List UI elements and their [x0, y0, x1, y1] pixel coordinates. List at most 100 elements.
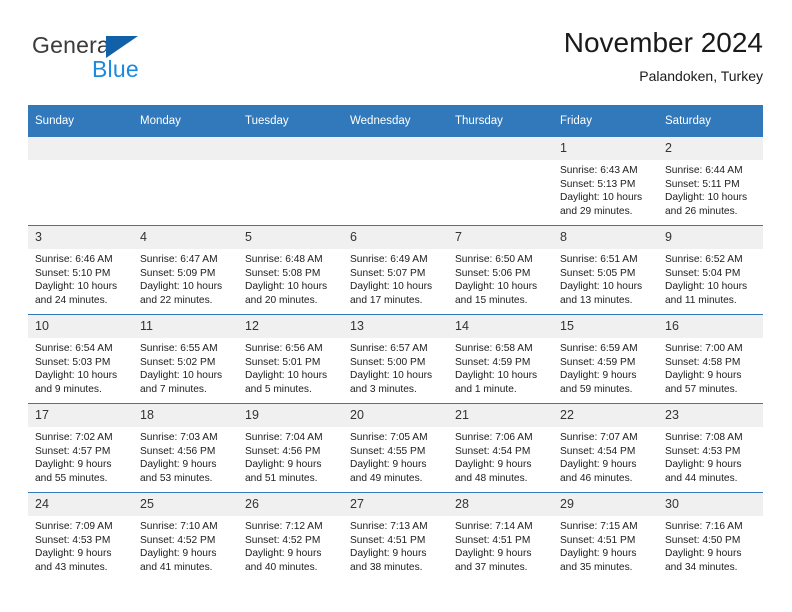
day-details: Sunrise: 7:03 AM Sunset: 4:56 PM Daylight:… — [133, 427, 238, 485]
sunrise-text: Sunrise: 6:46 AM — [35, 254, 113, 265]
calendar-day-cell[interactable]: 22 Sunrise: 7:07 AM Sunset: 4:54 PM Dayligh… — [553, 403, 658, 493]
general-blue-logo[interactable]: General Blue — [32, 32, 212, 88]
sunrise-text: Sunrise: 7:08 AM — [665, 432, 743, 443]
day-details: Sunrise: 6:55 AM Sunset: 5:02 PM Daylight:… — [133, 338, 238, 396]
sunset-text: Sunset: 4:58 PM — [665, 356, 741, 368]
calendar-day-cell-empty — [343, 137, 448, 226]
sunrise-text: Sunrise: 7:16 AM — [665, 521, 743, 532]
sunset-text: Sunset: 5:09 PM — [140, 267, 216, 279]
calendar-day-cell[interactable]: 23 Sunrise: 7:08 AM Sunset: 4:53 PM Dayligh… — [658, 403, 763, 493]
calendar-day-cell[interactable]: 10 Sunrise: 6:54 AM Sunset: 5:03 PM Dayligh… — [28, 314, 133, 404]
weekday-header-tuesday: Tuesday — [238, 105, 343, 137]
calendar-day-cell[interactable]: 1 Sunrise: 6:43 AM Sunset: 5:13 PM Daylight… — [553, 137, 658, 226]
day-number: 18 — [133, 404, 238, 427]
day-details: Sunrise: 6:58 AM Sunset: 4:59 PM Daylight:… — [448, 338, 553, 396]
day-details: Sunrise: 6:47 AM Sunset: 5:09 PM Daylight:… — [133, 249, 238, 307]
calendar-day-cell[interactable]: 27 Sunrise: 7:13 AM Sunset: 4:51 PM Dayligh… — [343, 492, 448, 581]
day-details: Sunrise: 7:14 AM Sunset: 4:51 PM Daylight:… — [448, 516, 553, 574]
day-number — [343, 137, 448, 160]
sunrise-text: Sunrise: 6:51 AM — [560, 254, 638, 265]
day-details: Sunrise: 7:08 AM Sunset: 4:53 PM Daylight:… — [658, 427, 763, 485]
calendar-day-cell[interactable]: 18 Sunrise: 7:03 AM Sunset: 4:56 PM Dayligh… — [133, 403, 238, 493]
calendar-day-cell[interactable]: 2 Sunrise: 6:44 AM Sunset: 5:11 PM Daylight… — [658, 137, 763, 226]
day-number: 15 — [553, 315, 658, 338]
sunset-text: Sunset: 5:10 PM — [35, 267, 111, 279]
calendar-day-cell[interactable]: 13 Sunrise: 6:57 AM Sunset: 5:00 PM Dayligh… — [343, 314, 448, 404]
sunset-text: Sunset: 4:59 PM — [560, 356, 636, 368]
weekday-header-monday: Monday — [133, 105, 238, 137]
daylight-text: Daylight: 9 hours and 51 minutes. — [245, 459, 322, 484]
daylight-text: Daylight: 9 hours and 44 minutes. — [665, 459, 742, 484]
calendar-day-cell[interactable]: 19 Sunrise: 7:04 AM Sunset: 4:56 PM Dayligh… — [238, 403, 343, 493]
day-number: 27 — [343, 493, 448, 516]
sunset-text: Sunset: 4:55 PM — [350, 445, 426, 457]
day-number — [448, 137, 553, 160]
calendar-day-cell[interactable]: 8 Sunrise: 6:51 AM Sunset: 5:05 PM Daylight… — [553, 225, 658, 315]
daylight-text: Daylight: 10 hours and 17 minutes. — [350, 281, 433, 306]
sunrise-text: Sunrise: 6:44 AM — [665, 165, 743, 176]
calendar-day-cell[interactable]: 6 Sunrise: 6:49 AM Sunset: 5:07 PM Daylight… — [343, 225, 448, 315]
calendar-day-cell[interactable]: 17 Sunrise: 7:02 AM Sunset: 4:57 PM Dayligh… — [28, 403, 133, 493]
daylight-text: Daylight: 10 hours and 7 minutes. — [140, 370, 223, 395]
sunset-text: Sunset: 4:57 PM — [35, 445, 111, 457]
calendar-day-cell[interactable]: 21 Sunrise: 7:06 AM Sunset: 4:54 PM Dayligh… — [448, 403, 553, 493]
day-details: Sunrise: 6:54 AM Sunset: 5:03 PM Daylight:… — [28, 338, 133, 396]
day-details: Sunrise: 7:07 AM Sunset: 4:54 PM Daylight:… — [553, 427, 658, 485]
sunrise-text: Sunrise: 7:00 AM — [665, 343, 743, 354]
sunrise-text: Sunrise: 7:14 AM — [455, 521, 533, 532]
sunset-text: Sunset: 5:02 PM — [140, 356, 216, 368]
sunrise-text: Sunrise: 7:09 AM — [35, 521, 113, 532]
day-number: 9 — [658, 226, 763, 249]
sunrise-text: Sunrise: 6:50 AM — [455, 254, 533, 265]
calendar-day-cell[interactable]: 3 Sunrise: 6:46 AM Sunset: 5:10 PM Daylight… — [28, 225, 133, 315]
sunrise-text: Sunrise: 6:57 AM — [350, 343, 428, 354]
sunrise-text: Sunrise: 6:52 AM — [665, 254, 743, 265]
calendar-day-cell[interactable]: 29 Sunrise: 7:15 AM Sunset: 4:51 PM Dayligh… — [553, 492, 658, 581]
calendar-day-cell[interactable]: 15 Sunrise: 6:59 AM Sunset: 4:59 PM Dayligh… — [553, 314, 658, 404]
calendar-day-cell[interactable]: 28 Sunrise: 7:14 AM Sunset: 4:51 PM Dayligh… — [448, 492, 553, 581]
sunset-text: Sunset: 4:56 PM — [245, 445, 321, 457]
sunset-text: Sunset: 4:56 PM — [140, 445, 216, 457]
sunset-text: Sunset: 4:53 PM — [35, 534, 111, 546]
sunset-text: Sunset: 4:59 PM — [455, 356, 531, 368]
calendar-day-cell[interactable]: 7 Sunrise: 6:50 AM Sunset: 5:06 PM Daylight… — [448, 225, 553, 315]
day-number: 28 — [448, 493, 553, 516]
calendar-day-cell[interactable]: 30 Sunrise: 7:16 AM Sunset: 4:50 PM Dayligh… — [658, 492, 763, 581]
day-number: 6 — [343, 226, 448, 249]
daylight-text: Daylight: 10 hours and 13 minutes. — [560, 281, 643, 306]
calendar-day-cell[interactable]: 9 Sunrise: 6:52 AM Sunset: 5:04 PM Daylight… — [658, 225, 763, 315]
day-details: Sunrise: 7:10 AM Sunset: 4:52 PM Daylight:… — [133, 516, 238, 574]
sunrise-text: Sunrise: 6:49 AM — [350, 254, 428, 265]
calendar-day-cell[interactable]: 12 Sunrise: 6:56 AM Sunset: 5:01 PM Dayligh… — [238, 314, 343, 404]
calendar-day-cell-empty — [28, 137, 133, 226]
day-details: Sunrise: 7:12 AM Sunset: 4:52 PM Daylight:… — [238, 516, 343, 574]
day-number: 4 — [133, 226, 238, 249]
sunset-text: Sunset: 4:52 PM — [140, 534, 216, 546]
weekday-header-saturday: Saturday — [658, 105, 763, 137]
calendar-day-cell[interactable]: 16 Sunrise: 7:00 AM Sunset: 4:58 PM Dayligh… — [658, 314, 763, 404]
day-number: 14 — [448, 315, 553, 338]
daylight-text: Daylight: 9 hours and 40 minutes. — [245, 548, 322, 573]
calendar-day-cell[interactable]: 25 Sunrise: 7:10 AM Sunset: 4:52 PM Dayligh… — [133, 492, 238, 581]
day-details: Sunrise: 6:43 AM Sunset: 5:13 PM Daylight:… — [553, 160, 658, 218]
day-details: Sunrise: 7:13 AM Sunset: 4:51 PM Daylight:… — [343, 516, 448, 574]
day-details: Sunrise: 7:16 AM Sunset: 4:50 PM Daylight:… — [658, 516, 763, 574]
sunrise-text: Sunrise: 7:06 AM — [455, 432, 533, 443]
day-details: Sunrise: 7:15 AM Sunset: 4:51 PM Daylight:… — [553, 516, 658, 574]
sunrise-text: Sunrise: 7:10 AM — [140, 521, 218, 532]
sunrise-text: Sunrise: 6:55 AM — [140, 343, 218, 354]
daylight-text: Daylight: 9 hours and 46 minutes. — [560, 459, 637, 484]
day-details: Sunrise: 6:44 AM Sunset: 5:11 PM Daylight:… — [658, 160, 763, 218]
calendar-day-cell[interactable]: 11 Sunrise: 6:55 AM Sunset: 5:02 PM Dayligh… — [133, 314, 238, 404]
daylight-text: Daylight: 9 hours and 38 minutes. — [350, 548, 427, 573]
calendar-day-cell[interactable]: 26 Sunrise: 7:12 AM Sunset: 4:52 PM Dayligh… — [238, 492, 343, 581]
calendar-day-cell[interactable]: 14 Sunrise: 6:58 AM Sunset: 4:59 PM Dayligh… — [448, 314, 553, 404]
day-number: 23 — [658, 404, 763, 427]
daylight-text: Daylight: 10 hours and 1 minute. — [455, 370, 538, 395]
calendar-day-cell[interactable]: 24 Sunrise: 7:09 AM Sunset: 4:53 PM Dayligh… — [28, 492, 133, 581]
sunrise-text: Sunrise: 6:58 AM — [455, 343, 533, 354]
calendar-day-cell[interactable]: 5 Sunrise: 6:48 AM Sunset: 5:08 PM Daylight… — [238, 225, 343, 315]
calendar-day-cell[interactable]: 4 Sunrise: 6:47 AM Sunset: 5:09 PM Daylight… — [133, 225, 238, 315]
calendar-day-cell[interactable]: 20 Sunrise: 7:05 AM Sunset: 4:55 PM Dayligh… — [343, 403, 448, 493]
day-number: 30 — [658, 493, 763, 516]
